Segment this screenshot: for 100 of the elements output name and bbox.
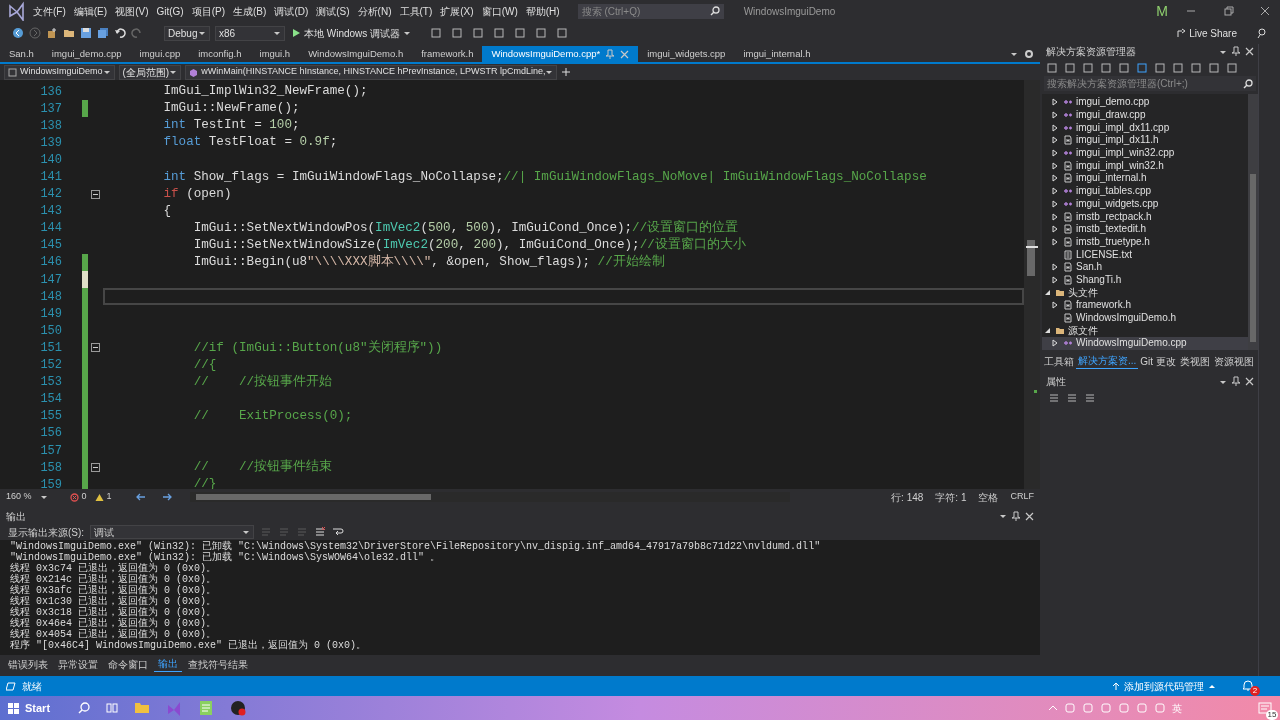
menu-item[interactable]: 扩展(X) xyxy=(436,3,478,19)
search-field[interactable]: 搜索解决方案资源管理器(Ctrl+;) xyxy=(1044,76,1256,91)
forward-arrow-icon[interactable] xyxy=(161,493,172,501)
vertical-scrollbar[interactable] xyxy=(1248,94,1258,350)
notepad-icon[interactable] xyxy=(198,700,215,716)
restore-icon[interactable] xyxy=(1224,6,1234,16)
warning-count[interactable]: 1 xyxy=(106,490,112,504)
account-avatar[interactable]: M xyxy=(1156,0,1168,22)
tree-item[interactable]: imgui_impl_win32.h xyxy=(1042,159,1248,173)
panel-tab[interactable]: 查找符号结果 xyxy=(184,656,252,672)
caret-icon[interactable] xyxy=(999,513,1007,519)
tree-item[interactable]: 源文件 xyxy=(1042,324,1248,338)
source-dropdown[interactable]: 调试 xyxy=(90,525,255,539)
caret-icon[interactable] xyxy=(39,494,48,500)
panel-tab[interactable]: Git 更改 xyxy=(1138,353,1178,369)
indent-mode[interactable]: 空格 xyxy=(978,489,999,505)
close-icon[interactable] xyxy=(1245,377,1254,386)
tree-item[interactable]: imgui_internal.h xyxy=(1042,172,1248,185)
redo-icon[interactable] xyxy=(131,27,143,39)
run-button[interactable]: 本地 Windows 调试器 xyxy=(290,25,414,41)
project-dropdown[interactable]: WindowsImguiDemo xyxy=(4,64,115,80)
source-control-button[interactable]: 添加到源代码管理 xyxy=(1112,678,1216,694)
tree-item[interactable]: 头文件 xyxy=(1042,286,1248,299)
tree-item[interactable]: imgui_impl_dx11.h xyxy=(1042,134,1248,147)
close-icon[interactable] xyxy=(1245,47,1254,56)
tree-item[interactable]: WindowsImguiDemo.h xyxy=(1042,311,1248,325)
file-tab[interactable]: imgui_demo.cpp xyxy=(42,46,131,62)
panel-tab[interactable]: 错误列表 xyxy=(4,656,52,672)
file-tab[interactable]: imgui_widgets.cpp xyxy=(638,46,735,62)
caret-icon[interactable] xyxy=(1219,48,1227,55)
member-dropdown[interactable]: wWinMain(HINSTANCE hInstance, HINSTANCE hPrevInstance, LPWSTR lpCmdLine, xyxy=(185,64,558,80)
collapse-icon[interactable] xyxy=(91,343,100,353)
tree-item[interactable]: imstb_truetype.h xyxy=(1042,235,1248,249)
settings-icon[interactable] xyxy=(1024,49,1034,59)
file-tab[interactable]: San.h xyxy=(0,46,43,62)
tree-item[interactable]: San.h xyxy=(1042,260,1248,274)
menu-item[interactable]: Git(G) xyxy=(152,3,188,19)
file-tab[interactable]: framework.h xyxy=(412,46,483,62)
undo-icon[interactable] xyxy=(114,27,126,39)
back-arrow-icon[interactable] xyxy=(135,493,146,501)
menu-item[interactable]: 窗口(W) xyxy=(477,3,522,19)
pin-icon[interactable] xyxy=(1011,510,1021,522)
menu-item[interactable]: 工具(T) xyxy=(395,3,437,19)
panel-tab[interactable]: 命令窗口 xyxy=(104,656,152,672)
file-tab[interactable]: imconfig.h xyxy=(189,46,251,62)
close-icon[interactable] xyxy=(1260,6,1270,16)
tree-item[interactable]: ShangTi.h xyxy=(1042,273,1248,287)
platform-dropdown[interactable]: x86 xyxy=(215,25,285,41)
live-share-button[interactable]: Live Share xyxy=(1176,25,1237,41)
caret-icon[interactable] xyxy=(1219,378,1227,385)
menu-item[interactable]: 测试(S) xyxy=(312,3,354,19)
tree-item[interactable]: imgui_impl_win32.cpp xyxy=(1042,146,1248,160)
panel-tab[interactable]: 异常设置 xyxy=(54,656,102,672)
chevron-up-icon[interactable] xyxy=(1048,704,1058,712)
menu-item[interactable]: 编辑(E) xyxy=(69,3,112,19)
close-icon[interactable] xyxy=(1025,511,1034,521)
file-tab[interactable]: imgui.h xyxy=(250,46,300,62)
file-tab[interactable]: imgui.cpp xyxy=(130,46,190,62)
search-icon[interactable] xyxy=(78,702,91,714)
menu-item[interactable]: 帮助(H) xyxy=(521,3,564,19)
menu-item[interactable]: 分析(N) xyxy=(353,3,396,19)
panel-tab[interactable]: 类视图 xyxy=(1177,353,1212,369)
scope-dropdown[interactable]: (全局范围) xyxy=(118,64,182,80)
tree-item[interactable]: imstb_rectpack.h xyxy=(1042,210,1248,223)
pin-icon[interactable] xyxy=(1231,46,1241,57)
menu-item[interactable]: 文件(F) xyxy=(29,3,70,19)
feedback-icon[interactable] xyxy=(1256,27,1268,39)
tree-item[interactable]: LICENSE.txt xyxy=(1042,248,1248,261)
menu-item[interactable]: 生成(B) xyxy=(229,3,271,19)
word-wrap-icon[interactable] xyxy=(332,526,345,538)
code-editor[interactable] xyxy=(0,80,1040,489)
tree-item[interactable]: imgui_demo.cpp xyxy=(1042,96,1248,109)
clear-all-icon[interactable] xyxy=(314,526,327,538)
error-count[interactable]: 0 xyxy=(81,490,87,504)
pin-icon[interactable] xyxy=(1231,376,1241,387)
tree-item[interactable]: imgui_draw.cpp xyxy=(1042,108,1248,122)
configuration-dropdown[interactable]: Debug xyxy=(164,25,210,41)
zoom-level[interactable]: 160 % xyxy=(6,490,32,504)
file-tab[interactable]: WindowsImguiDemo.h xyxy=(299,46,413,62)
tree-item[interactable]: framework.h xyxy=(1042,299,1248,312)
collapse-icon[interactable] xyxy=(91,463,100,473)
tree-item[interactable]: imgui_tables.cpp xyxy=(1042,184,1248,198)
open-folder-icon[interactable] xyxy=(63,27,75,39)
line-ending[interactable]: CRLF xyxy=(1010,490,1034,504)
save-icon[interactable] xyxy=(80,27,92,39)
start-button[interactable]: Start xyxy=(8,699,51,717)
menu-item[interactable]: 视图(V) xyxy=(111,3,153,19)
vertical-scrollbar[interactable] xyxy=(1024,80,1040,489)
save-all-icon[interactable] xyxy=(97,27,109,39)
panel-tab[interactable]: 解决方案资... xyxy=(1076,353,1139,369)
task-view-icon[interactable] xyxy=(106,702,119,714)
add-icon[interactable] xyxy=(561,67,572,77)
collapse-icon[interactable] xyxy=(91,189,100,199)
tree-item[interactable]: imstb_textedit.h xyxy=(1042,222,1248,236)
tree-item[interactable]: imgui_impl_dx11.cpp xyxy=(1042,121,1248,135)
panel-tab[interactable]: 资源视图 xyxy=(1211,353,1256,369)
record-app-icon[interactable] xyxy=(230,700,247,716)
menu-item[interactable]: 调试(D) xyxy=(270,3,313,19)
file-tab[interactable]: imgui_internal.h xyxy=(734,46,820,62)
horizontal-scrollbar[interactable] xyxy=(189,492,790,502)
